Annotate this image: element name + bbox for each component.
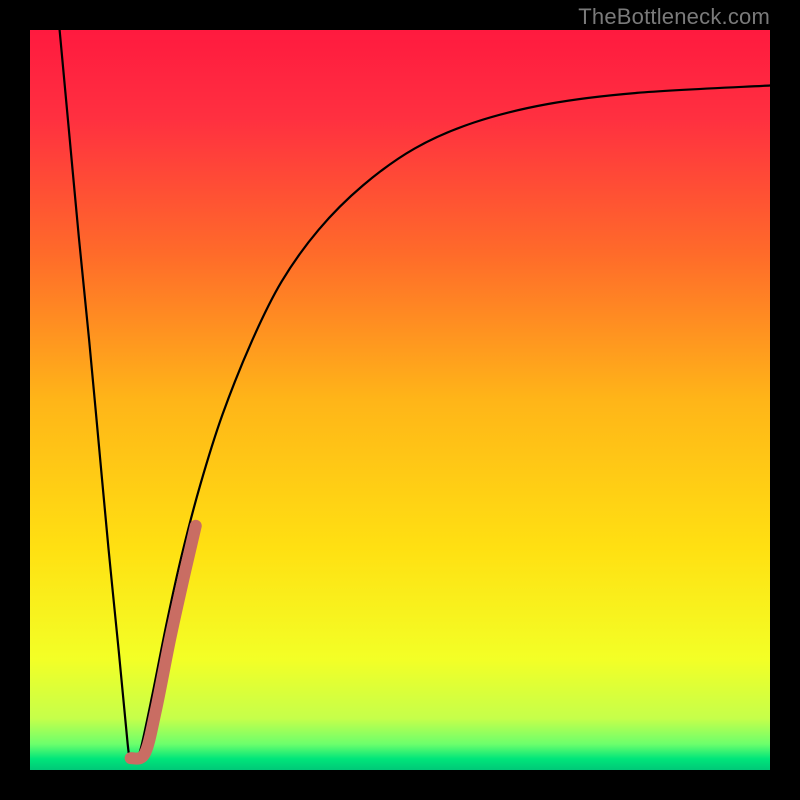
chart-svg — [30, 30, 770, 770]
watermark-text: TheBottleneck.com — [578, 4, 770, 30]
chart-frame: TheBottleneck.com — [0, 0, 800, 800]
chart-plot-area — [30, 30, 770, 770]
gradient-background — [30, 30, 770, 770]
